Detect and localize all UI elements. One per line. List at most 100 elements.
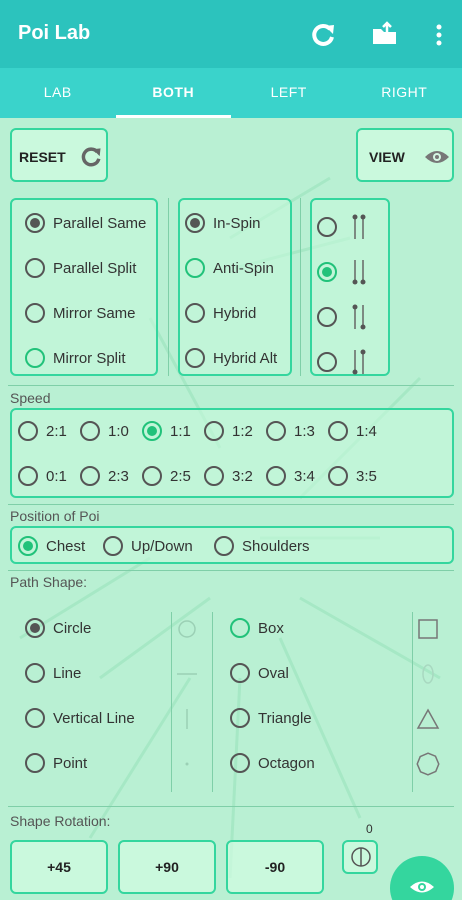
poi-down-down-icon [352, 260, 366, 285]
path-shape-option[interactable]: Box [230, 618, 284, 638]
rotation-circle-icon [351, 847, 371, 867]
path-shape-option[interactable]: Line [25, 663, 81, 683]
tab-right[interactable]: RIGHT [347, 68, 462, 118]
divider [168, 198, 169, 376]
radio-speed[interactable] [142, 421, 162, 441]
path-shape-label: Path Shape: [10, 574, 88, 590]
speed-option[interactable]: 3:4 [266, 466, 315, 486]
path-shape-option[interactable]: Triangle [230, 708, 312, 728]
orientation-option[interactable] [317, 303, 367, 331]
radio-oval[interactable] [230, 663, 250, 683]
radio-speed[interactable] [18, 466, 38, 486]
spin-mode-option[interactable]: Anti-Spin [185, 258, 274, 278]
more-vert-icon[interactable] [424, 20, 454, 50]
tab-left[interactable]: LEFT [231, 68, 347, 118]
oval-shape-icon [422, 664, 434, 684]
divider [171, 612, 172, 792]
radio-triangle[interactable] [230, 708, 250, 728]
radio-circle[interactable] [25, 618, 45, 638]
hand-mode-option[interactable]: Mirror Split [25, 348, 126, 368]
eye-icon [425, 151, 449, 163]
hand-mode-option[interactable]: Parallel Same [25, 213, 146, 233]
speed-option[interactable]: 1:1 [142, 421, 191, 441]
radio-hybrid[interactable] [185, 303, 205, 323]
open-folder-icon[interactable] [370, 20, 400, 50]
app-title: Poi Lab [18, 22, 91, 44]
radio-mirror-same[interactable] [25, 303, 45, 323]
radio-in-spin[interactable] [185, 213, 205, 233]
reset-button[interactable]: RESET [10, 128, 108, 182]
spin-mode-option[interactable]: Hybrid Alt [185, 348, 277, 368]
speed-option[interactable]: 2:3 [80, 466, 129, 486]
hand-mode-option[interactable]: Mirror Same [25, 303, 136, 323]
radio-orientation-1[interactable] [317, 217, 337, 237]
radio-orientation-4[interactable] [317, 352, 337, 372]
position-option[interactable]: Chest [18, 536, 85, 556]
radio-mirror-split[interactable] [25, 348, 45, 368]
radio-speed[interactable] [18, 421, 38, 441]
speed-option[interactable]: 2:1 [18, 421, 67, 441]
box-shape-icon [418, 619, 438, 639]
speed-option[interactable]: 3:5 [328, 466, 377, 486]
speed-option[interactable]: 1:2 [204, 421, 253, 441]
speed-option[interactable]: 1:0 [80, 421, 129, 441]
tab-both[interactable]: BOTH [115, 68, 232, 118]
radio-speed[interactable] [328, 466, 348, 486]
radio-parallel-split[interactable] [25, 258, 45, 278]
path-shape-option[interactable]: Oval [230, 663, 289, 683]
radio-speed[interactable] [204, 421, 224, 441]
rotate-plus-90-button[interactable]: +90 [118, 840, 216, 894]
speed-label: Speed [10, 390, 51, 406]
divider [8, 806, 454, 807]
radio-shoulders[interactable] [214, 536, 234, 556]
radio-box[interactable] [230, 618, 250, 638]
main-content: RESET VIEW Parallel Same Parallel Split … [0, 118, 462, 900]
speed-option[interactable]: 3:2 [204, 466, 253, 486]
orientation-option[interactable] [317, 213, 367, 241]
radio-speed[interactable] [204, 466, 224, 486]
refresh-icon[interactable] [308, 20, 338, 50]
path-shape-option[interactable]: Vertical Line [25, 708, 135, 728]
position-label: Position of Poi [10, 508, 100, 524]
radio-orientation-3[interactable] [317, 307, 337, 327]
line-shape-icon [177, 673, 197, 675]
path-shape-option[interactable]: Octagon [230, 753, 315, 773]
speed-option[interactable]: 0:1 [18, 466, 67, 486]
radio-orientation-2[interactable] [317, 262, 337, 282]
app-bar: Poi Lab [0, 0, 462, 68]
radio-parallel-same[interactable] [25, 213, 45, 233]
orientation-option[interactable] [317, 258, 367, 286]
view-button[interactable]: VIEW [356, 128, 454, 182]
path-shape-option[interactable]: Circle [25, 618, 91, 638]
radio-octagon[interactable] [230, 753, 250, 773]
radio-anti-spin[interactable] [185, 258, 205, 278]
radio-line[interactable] [25, 663, 45, 683]
radio-vertical-line[interactable] [25, 708, 45, 728]
radio-speed[interactable] [80, 421, 100, 441]
divider [212, 612, 213, 792]
radio-speed[interactable] [142, 466, 162, 486]
radio-up-down[interactable] [103, 536, 123, 556]
path-shape-option[interactable]: Point [25, 753, 87, 773]
radio-speed[interactable] [266, 466, 286, 486]
radio-hybrid-alt[interactable] [185, 348, 205, 368]
speed-option[interactable]: 2:5 [142, 466, 191, 486]
radio-speed[interactable] [80, 466, 100, 486]
position-option[interactable]: Shoulders [214, 536, 310, 556]
orientation-option[interactable] [317, 348, 367, 376]
speed-option[interactable]: 1:4 [328, 421, 377, 441]
radio-speed[interactable] [328, 421, 348, 441]
tab-bar: LAB BOTH LEFT RIGHT [0, 68, 462, 118]
radio-point[interactable] [25, 753, 45, 773]
spin-mode-option[interactable]: Hybrid [185, 303, 256, 323]
hand-mode-option[interactable]: Parallel Split [25, 258, 136, 278]
speed-option[interactable]: 1:3 [266, 421, 315, 441]
eye-icon [410, 881, 434, 893]
position-option[interactable]: Up/Down [103, 536, 193, 556]
rotate-minus-90-button[interactable]: -90 [226, 840, 324, 894]
rotate-plus-45-button[interactable]: +45 [10, 840, 108, 894]
radio-chest[interactable] [18, 536, 38, 556]
spin-mode-option[interactable]: In-Spin [185, 213, 261, 233]
tab-lab[interactable]: LAB [0, 68, 116, 118]
radio-speed[interactable] [266, 421, 286, 441]
